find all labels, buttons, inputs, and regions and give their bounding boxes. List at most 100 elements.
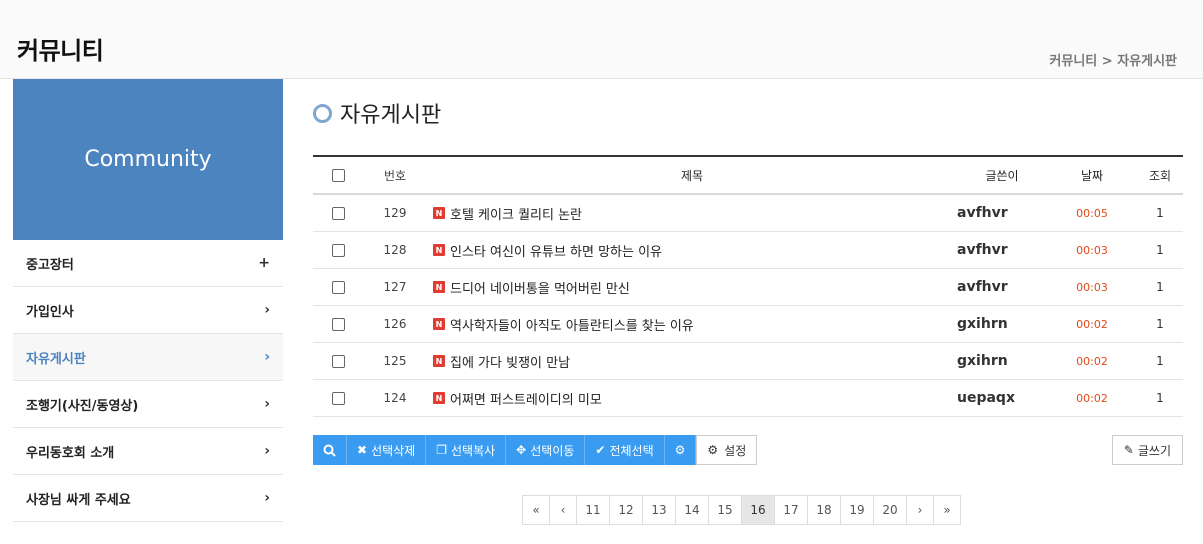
col-date: 날짜 <box>1080 168 1104 183</box>
page-link[interactable]: 15 <box>708 495 742 525</box>
sidebar-item-label: 가입인사 <box>26 304 74 320</box>
row-checkbox[interactable] <box>331 354 345 368</box>
col-writer: 글쓴이 <box>985 168 1019 183</box>
post-hits: 1 <box>1156 243 1164 257</box>
delete-selected-button[interactable]: ✖ 선택삭제 <box>347 435 427 465</box>
site-title: 커뮤니티 <box>17 37 104 65</box>
post-hits: 1 <box>1156 206 1164 220</box>
board-title: 자유게시판 <box>313 97 441 129</box>
post-subject-link[interactable]: 인스타 여신이 유튜브 하면 망하는 이유 <box>450 241 662 260</box>
new-icon: N <box>433 281 445 293</box>
post-hits: 1 <box>1156 391 1164 405</box>
post-date: 00:03 <box>1076 243 1108 257</box>
page-link[interactable]: 14 <box>675 495 709 525</box>
new-icon: N <box>433 318 445 330</box>
post-subject-link[interactable]: 호텔 케이크 퀄리티 논란 <box>450 204 582 223</box>
table-row: 128 N 인스타 여신이 유튜브 하면 망하는 이유 avfhvr 00:03 … <box>313 232 1183 269</box>
page-link[interactable]: 13 <box>642 495 676 525</box>
next-page-button[interactable]: › <box>906 495 934 525</box>
chevron-right-icon: › <box>264 396 270 412</box>
table-row: 124 N 어쩌면 퍼스트레이디의 미모 uepaqx 00:02 1 <box>313 380 1183 417</box>
move-selected-label: 선택이동 <box>530 443 575 458</box>
sidebar-item-label: 사장님 싸게 주세요 <box>26 492 131 508</box>
chevron-right-icon: › <box>264 443 270 459</box>
row-checkbox[interactable] <box>331 317 345 331</box>
page-link[interactable]: 19 <box>840 495 874 525</box>
table-header: 번호 제목 글쓴이 날짜 조회 <box>313 157 1183 195</box>
sidebar-item-label: 중고장터 <box>26 257 74 273</box>
post-writer[interactable]: avfhvr <box>957 242 1047 258</box>
write-label: 글쓰기 <box>1137 443 1171 458</box>
post-subject-link[interactable]: 드디어 네이버통을 먹어버린 만신 <box>450 278 630 297</box>
new-icon: N <box>433 392 445 404</box>
post-hits: 1 <box>1156 354 1164 368</box>
post-writer[interactable]: gxihrn <box>957 353 1047 369</box>
prev-page-button[interactable]: ‹ <box>549 495 577 525</box>
sidebar-item-market[interactable]: 중고장터 + <box>13 240 283 287</box>
table-row: 129 N 호텔 케이크 퀄리티 논란 avfhvr 00:05 1 <box>313 195 1183 232</box>
sidebar-item-greetings[interactable]: 가입인사 › <box>13 287 283 334</box>
search-button[interactable] <box>313 435 347 465</box>
row-checkbox[interactable] <box>331 280 345 294</box>
post-date: 00:02 <box>1076 317 1108 331</box>
write-button[interactable]: ✎ 글쓰기 <box>1111 435 1183 465</box>
row-checkbox[interactable] <box>331 206 345 220</box>
gears-icon: ⚙ <box>707 443 719 457</box>
page-link[interactable]: 11 <box>576 495 610 525</box>
page-link[interactable]: 17 <box>774 495 808 525</box>
sidebar-item-club-intro[interactable]: 우리동호회 소개 › <box>13 428 283 475</box>
delete-selected-label: 선택삭제 <box>371 443 416 458</box>
post-num: 129 <box>383 206 407 220</box>
sidebar-banner: Community <box>13 79 283 240</box>
post-writer[interactable]: uepaqx <box>957 390 1047 406</box>
post-subject-link[interactable]: 어쩌면 퍼스트레이디의 미모 <box>450 389 602 408</box>
new-icon: N <box>433 207 445 219</box>
check-icon: ✔ <box>595 443 606 457</box>
post-date: 00:03 <box>1076 280 1108 294</box>
settings-button[interactable]: ⚙ 설정 <box>696 435 758 465</box>
gear-icon: ⚙ <box>674 443 686 457</box>
post-num: 128 <box>383 243 407 257</box>
copy-selected-button[interactable]: ❐ 선택복사 <box>426 435 507 465</box>
select-all-button[interactable]: ✔ 전체선택 <box>585 435 665 465</box>
sidebar-item-free-board[interactable]: 자유게시판 › <box>13 334 283 381</box>
last-page-button[interactable]: » <box>933 495 961 525</box>
new-icon: N <box>433 244 445 256</box>
post-writer[interactable]: avfhvr <box>957 279 1047 295</box>
current-page: 16 <box>741 495 775 525</box>
row-checkbox[interactable] <box>331 391 345 405</box>
post-writer[interactable]: gxihrn <box>957 316 1047 332</box>
post-list: 번호 제목 글쓴이 날짜 조회 129 N 호텔 케이크 퀄리티 논란 avfhv… <box>313 155 1183 417</box>
chevron-right-icon: › <box>264 302 270 318</box>
sidebar-item-discount[interactable]: 사장님 싸게 주세요 › <box>13 475 283 522</box>
pagination: « ‹ 11 12 13 14 15 16 17 18 19 20 › » <box>522 495 961 525</box>
page-link[interactable]: 20 <box>873 495 907 525</box>
post-subject-link[interactable]: 집에 가다 빚쟁이 만남 <box>450 352 570 371</box>
post-date: 00:02 <box>1076 354 1108 368</box>
post-date: 00:05 <box>1076 206 1108 220</box>
post-subject-link[interactable]: 역사학자들이 아직도 아틀란티스를 찾는 이유 <box>450 315 694 334</box>
admin-gear-button[interactable]: ⚙ <box>664 435 697 465</box>
first-page-button[interactable]: « <box>522 495 550 525</box>
copy-icon: ❐ <box>436 443 447 457</box>
col-subject: 제목 <box>680 168 704 183</box>
post-hits: 1 <box>1156 280 1164 294</box>
page-link[interactable]: 12 <box>609 495 643 525</box>
row-checkbox[interactable] <box>331 243 345 257</box>
sidebar-item-label: 조행기(사진/동영상) <box>26 398 139 414</box>
plus-icon: + <box>258 255 270 271</box>
top-header: 커뮤니티 커뮤니티 > 자유게시판 <box>0 0 1203 79</box>
page-link[interactable]: 18 <box>807 495 841 525</box>
sidebar-item-fishing-log[interactable]: 조행기(사진/동영상) › <box>13 381 283 428</box>
post-num: 124 <box>383 391 407 405</box>
select-all-checkbox[interactable] <box>331 168 345 182</box>
breadcrumb: 커뮤니티 > 자유게시판 <box>1049 54 1177 69</box>
post-writer[interactable]: avfhvr <box>957 205 1047 221</box>
post-num: 127 <box>383 280 407 294</box>
search-icon <box>323 444 336 457</box>
move-icon: ✥ <box>516 443 527 457</box>
board-toolbar: ✖ 선택삭제 ❐ 선택복사 ✥ 선택이동 ✔ 전체선택 ⚙ ⚙ 설정 <box>313 435 758 465</box>
sidebar-item-label: 우리동호회 소개 <box>26 445 115 461</box>
new-icon: N <box>433 355 445 367</box>
move-selected-button[interactable]: ✥ 선택이동 <box>506 435 586 465</box>
